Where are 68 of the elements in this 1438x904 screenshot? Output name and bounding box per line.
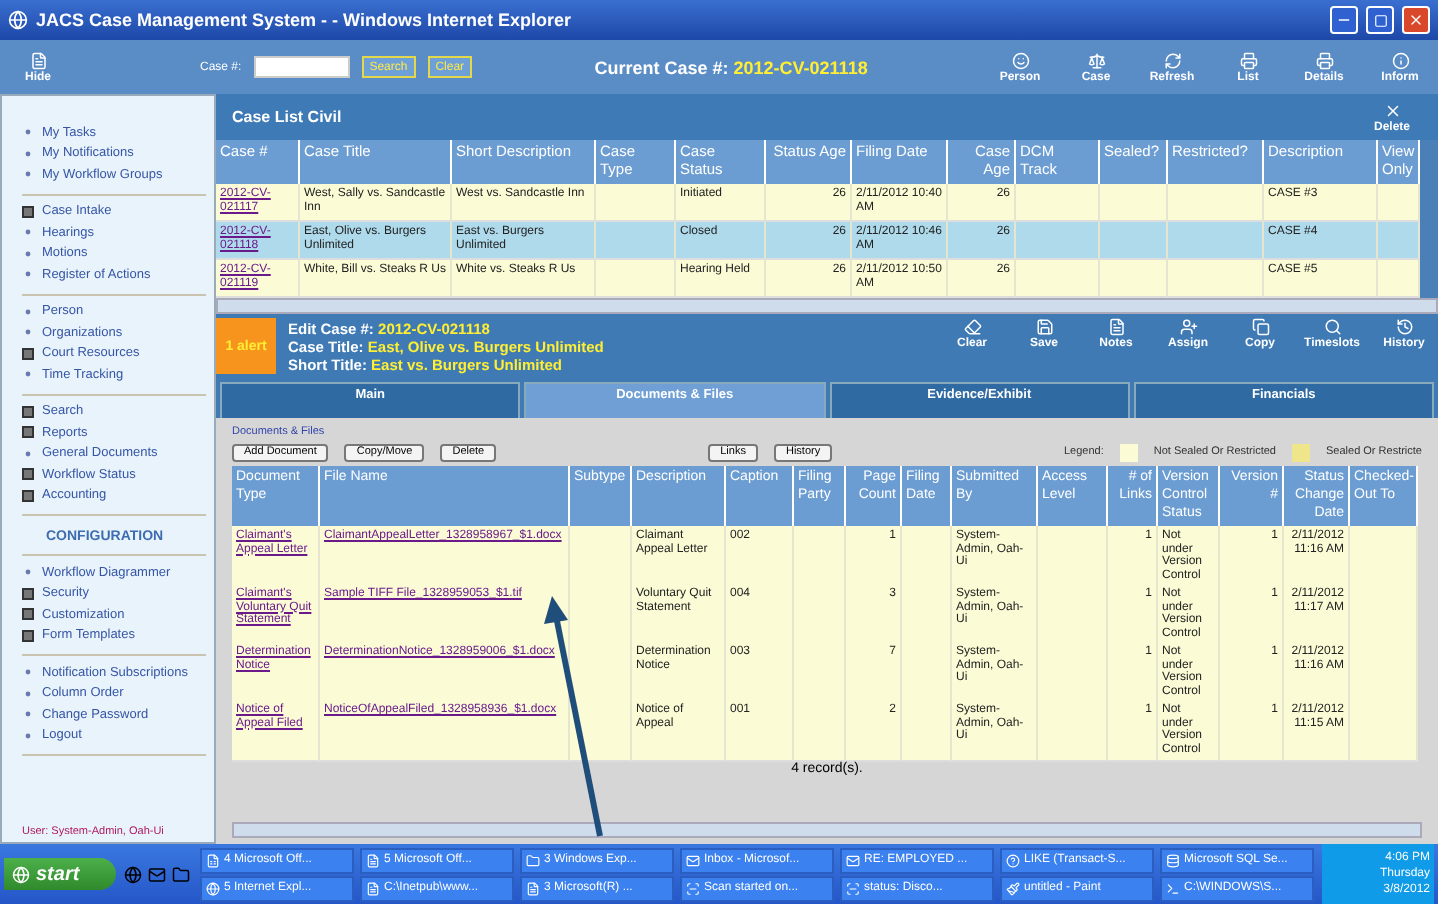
- table-cell: [1100, 184, 1168, 222]
- table-cell: [1350, 526, 1418, 589]
- table-cell: [1016, 222, 1100, 260]
- table-cell: [794, 700, 846, 763]
- table-cell: [1100, 222, 1168, 260]
- question-icon: [1006, 853, 1020, 867]
- horizontal-scrollbar[interactable]: [232, 822, 1422, 838]
- copy-icon: [1251, 318, 1269, 336]
- document-icon: [29, 51, 47, 69]
- brush-icon: [1006, 881, 1020, 895]
- table-cell: [1016, 260, 1100, 298]
- table-cell: [1378, 260, 1420, 298]
- document-icon: [1107, 318, 1125, 336]
- scan-icon: [686, 881, 700, 895]
- database-icon: [1166, 853, 1180, 867]
- maximize-icon: [1373, 13, 1387, 27]
- printer-icon: [1239, 51, 1257, 69]
- table-cell: [1168, 260, 1264, 298]
- table-cell: [1350, 700, 1418, 763]
- globe-icon[interactable]: [124, 865, 142, 883]
- table-cell: [1378, 184, 1420, 222]
- table-cell: [1100, 260, 1168, 298]
- terminal-icon: [1166, 881, 1180, 895]
- scan-icon: [846, 881, 860, 895]
- table-cell: [1168, 184, 1264, 222]
- folder-icon[interactable]: [172, 865, 190, 883]
- maximize-button[interactable]: [1366, 6, 1394, 34]
- table-cell: [596, 260, 676, 298]
- document-icon: [526, 881, 540, 895]
- table-cell: [902, 526, 952, 589]
- start-button[interactable]: start: [4, 858, 116, 890]
- window-title: JACS Case Management System - - Windows Internet Explorer: [36, 10, 573, 30]
- delete-icon: [1383, 101, 1401, 119]
- browser-icon: [8, 10, 28, 30]
- document-icon: [366, 881, 380, 895]
- smiley-icon: [1011, 51, 1029, 69]
- globe-icon: [206, 881, 220, 895]
- user-plus-icon: [1179, 318, 1197, 336]
- table-cell: [1168, 222, 1264, 260]
- save-icon: [1035, 318, 1053, 336]
- spreadsheet-icon: [206, 853, 220, 867]
- close-icon: [1408, 12, 1424, 28]
- info-icon: [1391, 51, 1409, 69]
- table-cell: [1038, 700, 1108, 763]
- envelope-icon[interactable]: [148, 865, 166, 883]
- table-cell: [902, 700, 952, 763]
- refresh-icon: [1163, 51, 1181, 69]
- case-number-field[interactable]: [253, 56, 350, 78]
- horizontal-scrollbar[interactable]: [216, 298, 1438, 314]
- table-cell: [596, 184, 676, 222]
- envelope-icon: [686, 853, 700, 867]
- envelope-icon: [846, 853, 860, 867]
- eraser-icon: [963, 318, 981, 336]
- folder-icon: [526, 853, 540, 867]
- scales-icon: [1087, 51, 1105, 69]
- close-button[interactable]: [1402, 6, 1430, 34]
- minimize-button[interactable]: [1330, 6, 1358, 34]
- document-icon: [366, 853, 380, 867]
- history-icon: [1395, 318, 1413, 336]
- table-cell: [1016, 184, 1100, 222]
- table-cell: [1378, 222, 1420, 260]
- magnifier-icon: [1323, 318, 1341, 336]
- table-cell: [596, 222, 676, 260]
- table-cell: [1038, 526, 1108, 589]
- printer-icon: [1315, 51, 1333, 69]
- table-cell: [794, 526, 846, 589]
- current-case: Current Case #: 2012-CV-021118: [594, 57, 868, 77]
- case-list-title: Case List Civil: [232, 108, 342, 126]
